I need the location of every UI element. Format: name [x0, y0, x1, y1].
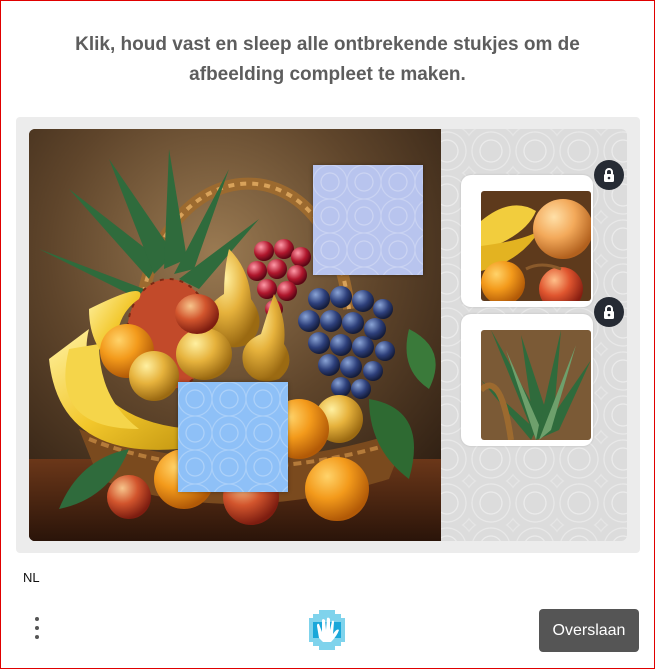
lock-icon: [594, 297, 624, 327]
puzzle-piece-pineapple-leaves[interactable]: [481, 330, 591, 440]
hand-logo-icon: [305, 608, 349, 652]
missing-slot-top[interactable]: [313, 165, 423, 275]
piece-card-pineapple-leaves[interactable]: [461, 314, 593, 446]
skip-button[interactable]: Overslaan: [539, 609, 639, 652]
apples-bananas-piece-image: [481, 191, 591, 301]
puzzle-panel: [16, 117, 640, 553]
puzzle-canvas: [29, 129, 627, 541]
puzzle-image: [29, 129, 441, 541]
more-vertical-icon[interactable]: [27, 610, 47, 646]
pieces-tray: [441, 129, 627, 541]
missing-slot-bottom[interactable]: [178, 382, 288, 492]
language-selector[interactable]: NL: [23, 570, 40, 585]
instruction-text: Klik, houd vast en sleep alle ontbrekend…: [75, 34, 580, 85]
puzzle-piece-apples-bananas[interactable]: [481, 191, 591, 301]
pineapple-leaves-piece-image: [481, 330, 591, 440]
lock-icon: [594, 160, 624, 190]
piece-card-apples-bananas[interactable]: [461, 175, 593, 307]
